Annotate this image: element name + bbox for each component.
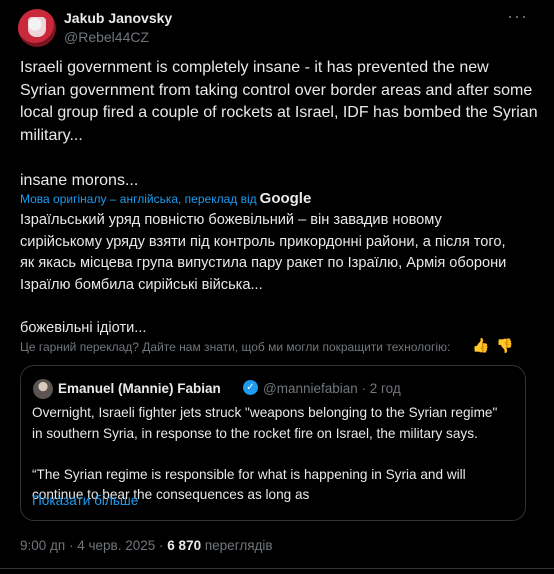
thumbs-up-icon[interactable]: 👍 <box>472 337 489 354</box>
author-avatar[interactable] <box>18 9 56 47</box>
author-handle[interactable]: @Rebel44CZ <box>64 29 149 45</box>
quoted-tweet[interactable]: Emanuel (Mannie) Fabian ✓ @manniefabian … <box>20 365 526 521</box>
tweet-date[interactable]: 4 черв. 2025 <box>77 538 155 553</box>
translation-source-label: Мова оригіналу – англійська, переклад ві… <box>20 192 257 206</box>
divider <box>0 568 554 569</box>
views-label: переглядів <box>204 538 273 553</box>
author-name[interactable]: Jakub Janovsky <box>64 10 172 26</box>
google-logo: Google <box>259 190 312 207</box>
views-count: 6 870 <box>167 538 202 553</box>
translation-feedback-prompt: Це гарний переклад? Дайте нам знати, щоб… <box>20 340 451 354</box>
thumbs-down-icon[interactable]: 👍 <box>496 337 513 354</box>
translated-text: Ізраїльський уряд повністю божевільний –… <box>20 212 507 336</box>
show-more-link[interactable]: Показати більше <box>32 493 138 508</box>
translation-source[interactable]: Мова оригіналу – англійська, переклад ві… <box>20 190 311 207</box>
tweet-time[interactable]: 9:00 дп <box>20 538 65 553</box>
tweet-card: Jakub Janovsky @Rebel44CZ ··· Israeli go… <box>0 0 554 574</box>
tweet-footer: 9:00 дп · 4 черв. 2025 · 6 870 перегляді… <box>20 538 273 553</box>
footer-separator: · <box>68 538 74 553</box>
verified-badge-icon: ✓ <box>243 380 258 395</box>
meta-separator: · <box>361 381 367 396</box>
quoted-author-avatar <box>33 379 53 399</box>
quoted-tweet-text: Overnight, Israeli fighter jets struck "… <box>32 405 498 502</box>
quoted-author-handle: @manniefabian <box>263 381 358 396</box>
footer-separator: · <box>159 538 164 553</box>
quoted-tweet-time: 2 год <box>369 381 401 396</box>
more-options-icon[interactable]: ··· <box>507 6 528 27</box>
quoted-author-meta: @manniefabian · 2 год <box>263 381 401 396</box>
quoted-author-name: Emanuel (Mannie) Fabian <box>58 381 221 396</box>
tweet-text: Israeli government is completely insane … <box>20 59 538 189</box>
